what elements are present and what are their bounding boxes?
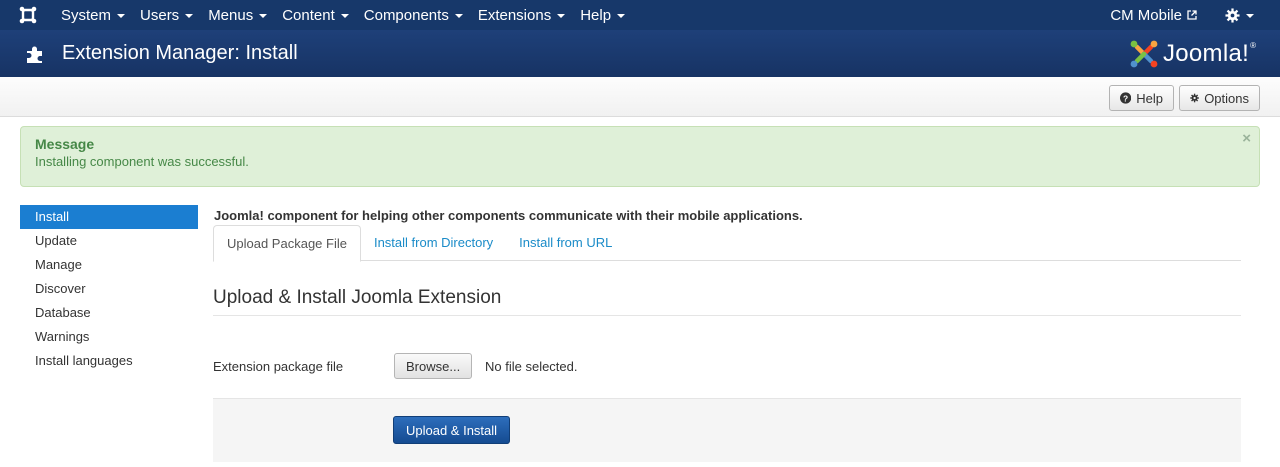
- caret-down-icon: [185, 14, 194, 18]
- menu-label: Menus: [208, 6, 254, 24]
- menu-menus[interactable]: Menus: [203, 0, 277, 30]
- caret-down-icon: [340, 14, 349, 18]
- sidebar-item-warnings[interactable]: Warnings: [20, 325, 198, 349]
- user-menu-toggle[interactable]: [1225, 7, 1254, 23]
- success-message: Message Installing component was success…: [20, 126, 1260, 187]
- sidebar-item-manage[interactable]: Manage: [20, 253, 198, 277]
- caret-down-icon: [259, 14, 268, 18]
- page-header: Extension Manager: Install Joomla! ®: [0, 30, 1280, 77]
- sidebar-item-discover[interactable]: Discover: [20, 277, 198, 301]
- gear-icon: [1225, 7, 1240, 23]
- caret-down-icon: [117, 14, 126, 18]
- caret-down-icon: [557, 14, 566, 18]
- top-navbar: System Users Menus Content Components Ex…: [0, 0, 1280, 30]
- upload-install-button[interactable]: Upload & Install: [393, 416, 511, 444]
- gear-icon: [1190, 93, 1199, 103]
- divider: [213, 315, 1241, 316]
- site-name: CM Mobile: [1110, 6, 1182, 24]
- caret-down-icon: [454, 14, 463, 18]
- options-label: Options: [1204, 90, 1249, 106]
- options-button[interactable]: Options: [1179, 85, 1260, 111]
- section-title: Upload & Install Joomla Extension: [213, 287, 502, 308]
- site-link[interactable]: CM Mobile: [1110, 7, 1197, 24]
- sidebar-item-install-languages[interactable]: Install languages: [20, 349, 198, 373]
- form-actions: Upload & Install: [213, 398, 1241, 462]
- file-status: No file selected.: [485, 359, 578, 374]
- sidebar-item-database[interactable]: Database: [20, 301, 198, 325]
- menu-components[interactable]: Components: [359, 0, 473, 30]
- menu-label: Content: [282, 6, 335, 24]
- main-menu: System Users Menus Content Components Ex…: [56, 0, 635, 30]
- caret-down-icon: [617, 14, 626, 18]
- sidebar-item-update[interactable]: Update: [20, 229, 198, 253]
- menu-label: Help: [580, 6, 612, 24]
- package-file-label: Extension package file: [213, 359, 344, 374]
- puzzle-icon: [27, 46, 42, 63]
- tab-upload-package[interactable]: Upload Package File: [213, 225, 361, 262]
- message-heading: Message: [35, 136, 95, 152]
- menu-system[interactable]: System: [56, 0, 135, 30]
- menu-users[interactable]: Users: [135, 0, 203, 30]
- toolbar: ? Help Options: [0, 77, 1280, 117]
- close-icon[interactable]: ×: [1242, 130, 1251, 147]
- svg-text:?: ?: [1123, 93, 1128, 103]
- sidebar: Install Update Manage Discover Database …: [20, 205, 198, 373]
- help-button[interactable]: ? Help: [1109, 85, 1174, 111]
- page-title: Extension Manager: Install: [62, 42, 298, 64]
- install-tabs: Upload Package File Install from Directo…: [213, 225, 1241, 262]
- external-link-icon: [1187, 10, 1197, 20]
- browse-button[interactable]: Browse...: [394, 353, 473, 379]
- joomla-brand: Joomla! ®: [1129, 39, 1256, 69]
- joomla-icon[interactable]: [0, 0, 56, 30]
- menu-label: Users: [140, 6, 180, 24]
- menu-label: Extensions: [477, 6, 552, 24]
- message-text: Installing component was successful.: [35, 154, 249, 169]
- nav-right: CM Mobile: [1110, 0, 1280, 30]
- menu-label: System: [61, 6, 112, 24]
- sidebar-item-install[interactable]: Install: [20, 205, 198, 229]
- menu-label: Components: [363, 6, 449, 24]
- help-label: Help: [1136, 90, 1163, 106]
- brand-name: Joomla!: [1162, 39, 1250, 67]
- caret-down-icon: [1246, 14, 1254, 18]
- extension-description: Joomla! component for helping other comp…: [214, 208, 803, 223]
- question-circle-icon: ?: [1120, 92, 1132, 104]
- menu-extensions[interactable]: Extensions: [473, 0, 575, 30]
- menu-content[interactable]: Content: [277, 0, 359, 30]
- joomla-logo-icon: [1130, 40, 1158, 67]
- menu-help[interactable]: Help: [575, 0, 635, 30]
- tab-install-from-directory[interactable]: Install from Directory: [361, 225, 506, 261]
- tab-install-from-url[interactable]: Install from URL: [506, 225, 625, 261]
- registered-mark: ®: [1250, 41, 1256, 50]
